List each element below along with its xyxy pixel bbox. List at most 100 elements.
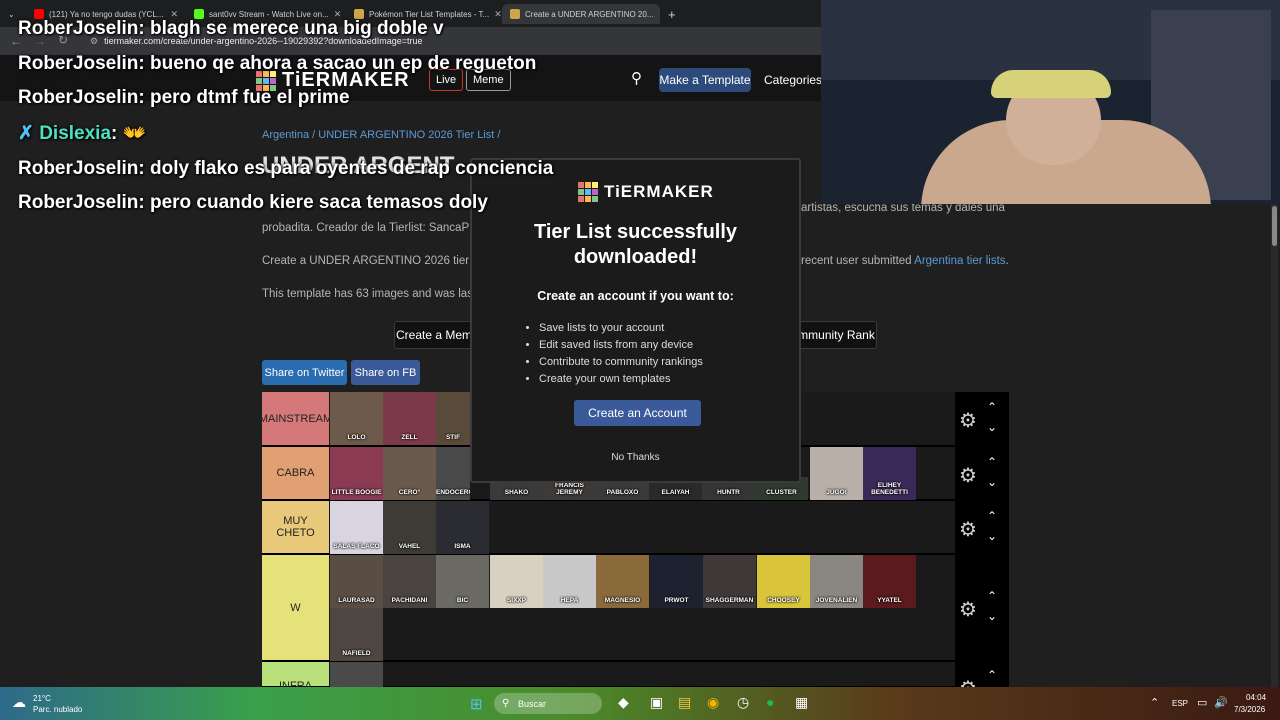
close-icon[interactable]: ✕ bbox=[494, 9, 502, 20]
no-thanks-link[interactable]: No Thanks bbox=[472, 452, 799, 463]
tier-item[interactable]: MAGNESIO bbox=[596, 555, 649, 608]
chevron-down-icon[interactable]: ⌄ bbox=[987, 420, 997, 434]
chevron-down-icon[interactable]: ⌄ bbox=[987, 609, 997, 623]
chevron-up-icon[interactable]: ⌃ bbox=[987, 509, 997, 523]
store-icon[interactable]: ▦ bbox=[795, 694, 808, 711]
modal-logo-text: TiERMAKER bbox=[604, 182, 714, 201]
clock-time[interactable]: 04:04 bbox=[1246, 693, 1266, 702]
tab-active[interactable]: Create a UNDER ARGENTINO 20... ✕ bbox=[502, 4, 660, 24]
tier-item[interactable]: SALAS FLACO bbox=[330, 501, 383, 554]
tier-label[interactable]: CABRA bbox=[262, 447, 329, 499]
chevron-up-icon[interactable]: ⌃ bbox=[987, 400, 997, 414]
gear-icon[interactable]: ⚙ bbox=[959, 463, 977, 488]
sword-icon: ✗ bbox=[18, 123, 34, 144]
gear-icon[interactable]: ⚙ bbox=[959, 517, 977, 542]
clock-date[interactable]: 7/3/2026 bbox=[1234, 705, 1265, 714]
chrome-icon[interactable]: ◉ bbox=[707, 694, 719, 711]
tier-row-w: W LAURASAD PACHIDANI BIC SIXXP HEPA MAGN… bbox=[262, 555, 1009, 662]
item-name: SIXXP bbox=[506, 597, 527, 604]
make-template-button[interactable]: Make a Template bbox=[659, 68, 751, 92]
item-name: SALAS FLACO bbox=[333, 543, 380, 550]
share-twitter-button[interactable]: Share on Twitter bbox=[262, 360, 347, 385]
search-icon[interactable]: ⚲ bbox=[631, 69, 642, 87]
language-indicator[interactable]: ESP bbox=[1172, 699, 1188, 708]
tier-item[interactable]: LITTLE BOOGIE bbox=[330, 447, 383, 500]
chevron-down-icon[interactable]: ⌄ bbox=[987, 475, 997, 489]
network-icon[interactable]: ▭ bbox=[1197, 696, 1207, 709]
taskbar: ☁ 21°C Parc. nublado ⊞ ⚲ Buscar ◆ ▣ ▤ ◉ … bbox=[0, 687, 1280, 720]
share-fb-button[interactable]: Share on FB bbox=[351, 360, 420, 385]
tier-item[interactable]: ELIHEY BENEDETTI bbox=[863, 447, 916, 500]
new-tab-button[interactable]: + bbox=[660, 4, 684, 24]
tier-item[interactable]: SIXXP bbox=[490, 555, 543, 608]
breadcrumb[interactable]: Argentina / UNDER ARGENTINO 2026 Tier Li… bbox=[262, 129, 500, 141]
tier-row-muy-cheto: MUY CHETO SALAS FLACO VAHEL ISMA ⚙ ⌃ ⌄ bbox=[262, 501, 1009, 555]
gear-icon[interactable]: ⚙ bbox=[959, 597, 977, 622]
tier-item[interactable]: CHOOSEY bbox=[757, 555, 810, 608]
create-meme-button[interactable]: Create a Mem bbox=[394, 321, 474, 349]
tier-item[interactable]: PACHIDANI bbox=[383, 555, 436, 608]
tier-label[interactable]: W bbox=[262, 555, 329, 660]
folder-icon[interactable]: ▤ bbox=[678, 694, 691, 711]
tier-item[interactable] bbox=[330, 662, 383, 688]
item-name: PRWOT bbox=[664, 597, 689, 604]
argentina-tier-lists-link[interactable]: Argentina tier lists bbox=[914, 255, 1005, 267]
chat-message: ✗ Dislexia: 👐 bbox=[18, 123, 147, 144]
tier-item[interactable]: LAURASAD bbox=[330, 555, 383, 608]
tier-item[interactable]: ISMA bbox=[436, 501, 489, 554]
chevron-up-icon[interactable]: ⌃ bbox=[987, 589, 997, 603]
tier-item[interactable]: ZELL bbox=[383, 392, 436, 445]
item-name: PACHIDANI bbox=[391, 597, 428, 604]
volume-icon[interactable]: 🔊 bbox=[1214, 696, 1228, 709]
chevron-up-icon[interactable]: ⌃ bbox=[987, 668, 997, 682]
item-name: SHAGGERMAN bbox=[705, 597, 754, 604]
scrollbar[interactable] bbox=[1271, 204, 1278, 687]
tier-item[interactable]: PRWOT bbox=[650, 555, 703, 608]
chevron-up-icon[interactable]: ⌃ bbox=[987, 455, 997, 469]
scrollbar-thumb[interactable] bbox=[1272, 206, 1277, 246]
tray-arrow-icon[interactable]: ⌃ bbox=[1150, 696, 1159, 709]
weather-icon[interactable]: ☁ bbox=[12, 694, 26, 711]
tier-label[interactable]: MUY CHETO bbox=[262, 501, 329, 553]
tier-item[interactable]: HEPA bbox=[543, 555, 596, 608]
categories-link[interactable]: Categories bbox=[764, 73, 822, 87]
tier-label[interactable]: INFRA bbox=[262, 662, 329, 692]
tier-item[interactable]: BIC bbox=[436, 555, 489, 608]
tier-item[interactable]: JUGO! bbox=[810, 447, 863, 500]
item-name: ISMA bbox=[454, 543, 471, 550]
community-rank-button[interactable]: mmunity Rank bbox=[796, 321, 877, 349]
item-name: ENDOCEROBULTO bbox=[436, 489, 470, 496]
chat-text: doly flako es para oyentes de rap concie… bbox=[149, 158, 554, 179]
tier-item[interactable]: CERO° bbox=[383, 447, 436, 500]
tier-item[interactable]: SHAGGERMAN bbox=[703, 555, 756, 608]
benefit-item: Contribute to community rankings bbox=[539, 354, 703, 371]
taskbar-background bbox=[0, 687, 1280, 720]
weather-temp[interactable]: 21°C bbox=[33, 694, 51, 703]
weather-text[interactable]: Parc. nublado bbox=[33, 705, 82, 714]
tier-controls: ⚙ ⌃ ⌄ bbox=[955, 392, 1009, 445]
windows-start-icon[interactable]: ⊞ bbox=[470, 695, 483, 713]
app-icon[interactable]: ◆ bbox=[618, 694, 629, 711]
taskbar-search-text: Buscar bbox=[518, 699, 547, 709]
search-icon: ⚲ bbox=[502, 698, 510, 709]
spotify-icon[interactable]: ● bbox=[766, 694, 774, 710]
tier-item[interactable]: STIF bbox=[436, 392, 470, 445]
tier-label[interactable]: MAINSTREAM bbox=[259, 392, 332, 445]
tier-item[interactable]: NAFIELD bbox=[330, 608, 383, 661]
tier-item[interactable]: ENDOCEROBULTO bbox=[436, 447, 470, 500]
clock-app-icon[interactable]: ◷ bbox=[737, 694, 749, 711]
item-name: BIC bbox=[456, 597, 469, 604]
item-name: ELAIYAH bbox=[661, 489, 690, 496]
chat-message: RoberJoselin: pero dtmf fue el prime bbox=[18, 87, 350, 108]
create-account-button[interactable]: Create an Account bbox=[574, 400, 701, 426]
gear-icon[interactable]: ⚙ bbox=[959, 408, 977, 433]
tier-item[interactable]: LOLO bbox=[330, 392, 383, 445]
description-text-2: probadita. Creador de la Tierlist: Sanca… bbox=[262, 222, 470, 234]
tier-item[interactable]: VAHEL bbox=[383, 501, 436, 554]
chevron-down-icon[interactable]: ⌄ bbox=[987, 529, 997, 543]
tier-item[interactable]: YYATEL bbox=[863, 555, 916, 608]
explorer-icon[interactable]: ▣ bbox=[650, 694, 663, 711]
tier-row-infra: INFRA ⌃ ⚙ bbox=[262, 662, 1009, 700]
taskbar-search[interactable]: ⚲ Buscar bbox=[494, 693, 602, 714]
tier-item[interactable]: JOVENALIEN bbox=[810, 555, 863, 608]
